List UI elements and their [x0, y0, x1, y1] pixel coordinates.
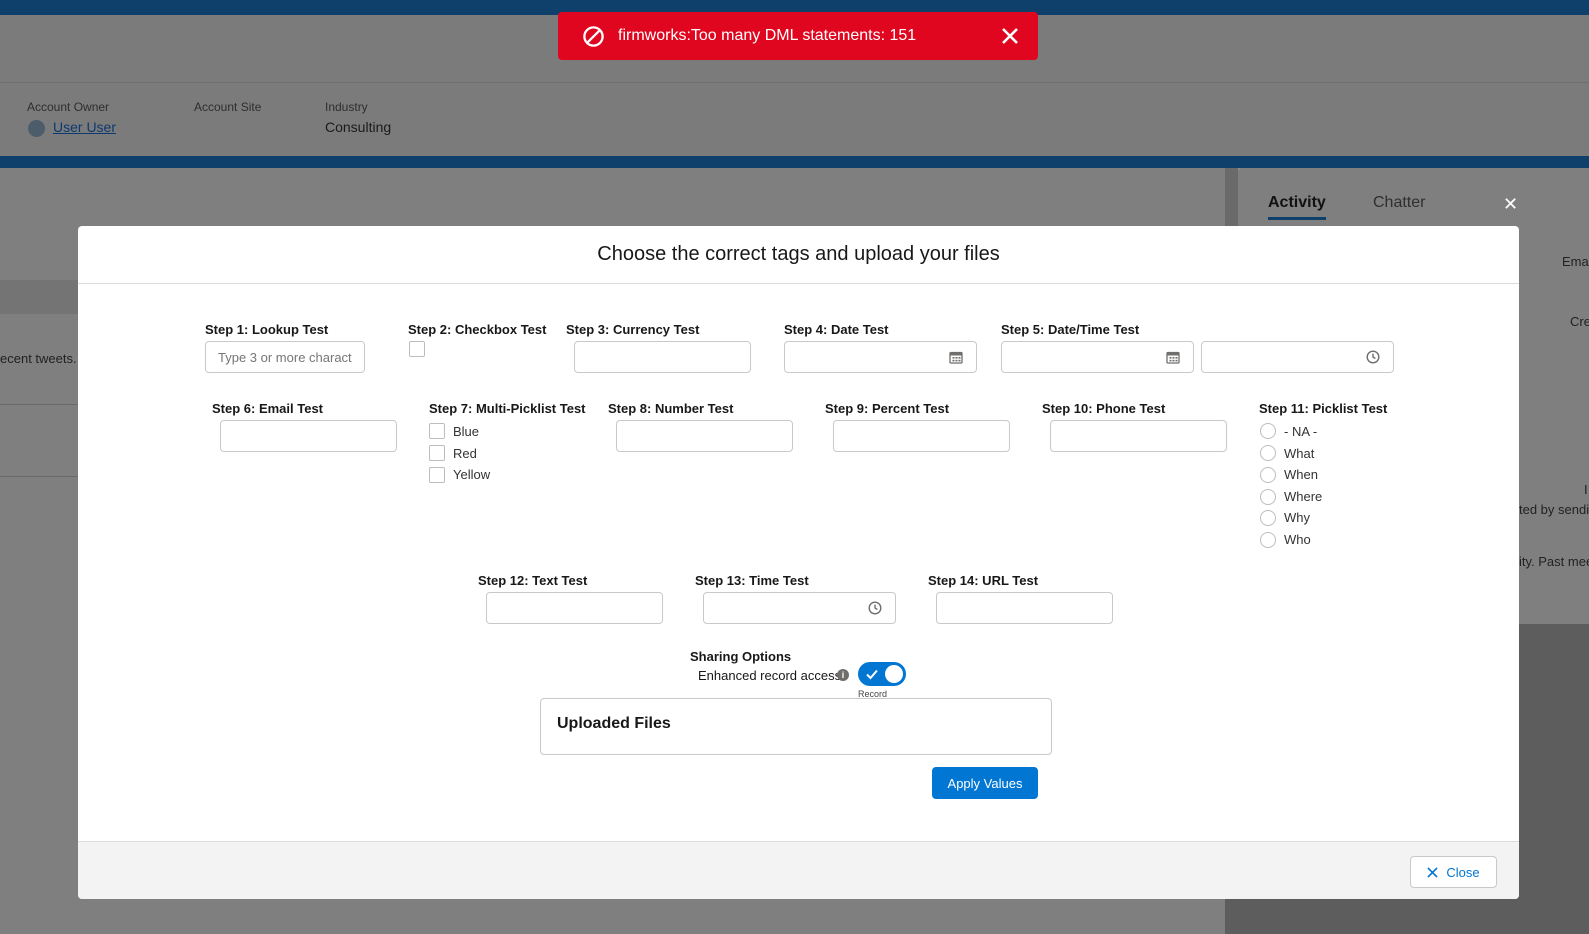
toast-message: firmworks:Too many DML statements: 151 — [618, 27, 917, 44]
picklist-radio[interactable] — [1260, 510, 1276, 526]
tweets-text: ecent tweets. — [0, 351, 77, 366]
panel-snippet: ted by sendi — [1519, 502, 1589, 517]
close-button[interactable]: Close — [1410, 856, 1497, 888]
picklist-option: What — [1284, 446, 1315, 461]
calendar-icon[interactable] — [1166, 350, 1180, 364]
page-band — [0, 156, 1589, 168]
modal-header: Choose the correct tags and upload your … — [78, 226, 1519, 284]
picklist-option: When — [1284, 467, 1318, 482]
percent-input[interactable] — [833, 420, 1010, 452]
currency-input[interactable] — [574, 341, 751, 373]
sharing-options-title: Sharing Options — [690, 649, 792, 664]
multi-picklist-option: Blue — [453, 424, 480, 439]
toast-close-icon[interactable] — [1000, 26, 1020, 46]
picklist-option: Who — [1284, 532, 1311, 547]
clock-icon[interactable] — [1366, 350, 1380, 364]
panel-snippet: Emai — [1562, 254, 1589, 269]
account-site-label: Account Site — [194, 100, 262, 114]
email-input[interactable] — [220, 420, 397, 452]
check-icon — [866, 669, 878, 680]
picklist-option: - NA - — [1284, 424, 1318, 439]
close-icon — [1427, 866, 1439, 878]
enhanced-access-toggle[interactable] — [858, 662, 906, 686]
picklist-option: Why — [1284, 510, 1310, 525]
panel-snippet: ity. Past mee — [1519, 554, 1589, 569]
step8-label: Step 8: Number Test — [608, 401, 734, 416]
header-divider — [0, 82, 1589, 83]
step2-label: Step 2: Checkbox Test — [408, 322, 547, 337]
account-owner-link[interactable]: User User — [53, 119, 116, 135]
tab-activity[interactable]: Activity — [1268, 194, 1326, 220]
panel-snippet: Cre — [1570, 314, 1589, 329]
step5-label: Step 5: Date/Time Test — [1001, 322, 1140, 337]
url-input[interactable] — [936, 592, 1113, 624]
picklist-radio[interactable] — [1260, 489, 1276, 505]
uploaded-files-box: Uploaded Files — [540, 698, 1052, 755]
apply-values-button[interactable]: Apply Values — [932, 767, 1038, 799]
tab-chatter[interactable]: Chatter — [1373, 194, 1425, 212]
multi-picklist-option: Yellow — [453, 467, 491, 482]
ban-icon — [583, 26, 604, 47]
toggle-knob — [885, 665, 903, 683]
multi-picklist-checkbox[interactable] — [429, 467, 445, 483]
picklist-radio[interactable] — [1260, 423, 1276, 439]
close-button-label: Close — [1446, 864, 1480, 880]
lookup-input[interactable] — [205, 341, 365, 373]
multi-picklist-checkbox[interactable] — [429, 423, 445, 439]
text-input[interactable] — [486, 592, 663, 624]
step4-label: Step 4: Date Test — [784, 322, 889, 337]
panel-close-icon[interactable]: ✕ — [1503, 194, 1518, 215]
step1-label: Step 1: Lookup Test — [205, 322, 329, 337]
step12-label: Step 12: Text Test — [478, 573, 588, 588]
phone-input[interactable] — [1050, 420, 1227, 452]
content-divider — [0, 404, 80, 405]
picklist-option: Where — [1284, 489, 1323, 504]
account-owner-label: Account Owner — [27, 100, 110, 114]
picklist-radio[interactable] — [1260, 445, 1276, 461]
error-toast: firmworks:Too many DML statements: 151 — [558, 12, 1038, 60]
uploaded-files-title: Uploaded Files — [557, 715, 671, 732]
owner-avatar — [28, 120, 45, 137]
picklist-radio[interactable] — [1260, 467, 1276, 483]
step6-label: Step 6: Email Test — [212, 401, 324, 416]
industry-label: Industry — [325, 100, 368, 114]
upload-modal: Choose the correct tags and upload your … — [78, 226, 1519, 899]
step10-label: Step 10: Phone Test — [1042, 401, 1166, 416]
enhanced-access-label: Enhanced record access — [698, 668, 842, 683]
step14-label: Step 14: URL Test — [928, 573, 1039, 588]
panel-snippet: I — [1584, 482, 1588, 497]
modal-title: Choose the correct tags and upload your … — [597, 243, 1000, 265]
info-icon[interactable]: i — [837, 669, 849, 681]
clock-icon[interactable] — [868, 601, 882, 615]
multi-picklist-checkbox[interactable] — [429, 445, 445, 461]
multi-picklist-option: Red — [453, 446, 477, 461]
step13-label: Step 13: Time Test — [695, 573, 809, 588]
modal-footer: Close — [78, 841, 1519, 899]
account-owner-value[interactable]: User User — [53, 119, 116, 135]
calendar-icon[interactable] — [949, 350, 963, 364]
step7-label: Step 7: Multi-Picklist Test — [429, 401, 586, 416]
industry-value: Consulting — [325, 119, 392, 135]
step11-label: Step 11: Picklist Test — [1259, 401, 1388, 416]
picklist-radio[interactable] — [1260, 532, 1276, 548]
checkbox-test[interactable] — [409, 341, 425, 357]
number-input[interactable] — [616, 420, 793, 452]
step9-label: Step 9: Percent Test — [825, 401, 950, 416]
content-divider — [0, 476, 80, 477]
step3-label: Step 3: Currency Test — [566, 322, 700, 337]
